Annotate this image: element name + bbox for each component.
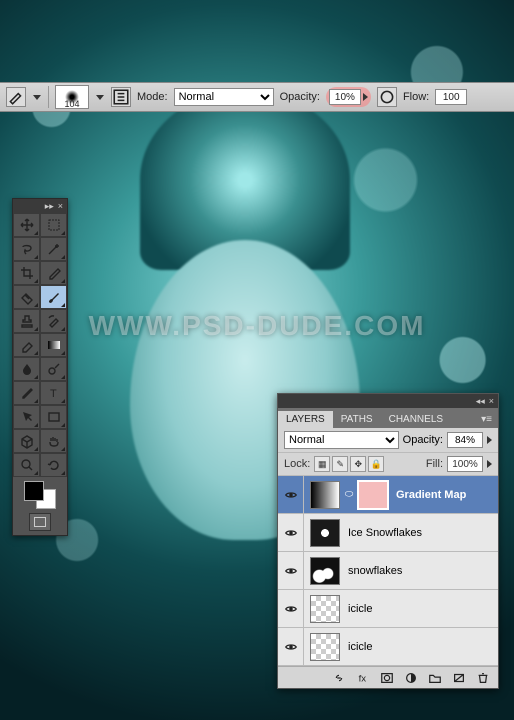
mode-label: Mode:	[137, 91, 168, 103]
brush-size-label: 104	[64, 99, 79, 109]
close-icon[interactable]: ×	[58, 201, 63, 211]
tool-gradient[interactable]	[40, 333, 67, 357]
panel-titlebar[interactable]: ◂◂ ×	[278, 394, 498, 408]
panel-tabs: LAYERSPATHSCHANNELS ▾≡	[278, 408, 498, 428]
brush-panel-toggle[interactable]	[111, 87, 131, 107]
close-icon[interactable]: ×	[489, 396, 494, 406]
adjustment-layer-button[interactable]	[402, 670, 420, 686]
layer-list: ⬭ Gradient Map Ice Snowflakes snowflakes ici…	[278, 476, 498, 666]
lock-label: Lock:	[284, 458, 310, 470]
lock-pixels-button[interactable]: ✎	[332, 456, 348, 472]
tool-blur[interactable]	[13, 357, 40, 381]
delete-layer-button[interactable]	[474, 670, 492, 686]
tool-crop[interactable]	[13, 261, 40, 285]
tool-marquee[interactable]	[40, 213, 67, 237]
layer-name[interactable]: Gradient Map	[394, 489, 498, 501]
tool-history-brush[interactable]	[40, 309, 67, 333]
flow-label: Flow:	[403, 91, 429, 103]
tool-preset-dropdown[interactable]	[32, 95, 42, 100]
opacity-input[interactable]: 10%	[329, 89, 361, 105]
layer-thumb[interactable]	[310, 595, 340, 623]
tool-lasso[interactable]	[13, 237, 40, 261]
layer-thumb[interactable]	[310, 633, 340, 661]
lock-all-button[interactable]: 🔒	[368, 456, 384, 472]
tool-rotate-view[interactable]	[40, 453, 67, 477]
visibility-toggle[interactable]	[278, 590, 304, 627]
tab-layers[interactable]: LAYERS	[278, 411, 333, 428]
layer-mask-thumb[interactable]	[358, 481, 388, 509]
quick-mask-toggle[interactable]	[29, 513, 51, 531]
collapse-icon[interactable]: ◂◂	[476, 396, 485, 407]
tool-zoom[interactable]	[13, 453, 40, 477]
opacity-label: Opacity:	[280, 91, 320, 103]
tools-panel-header[interactable]: ▸▸ ×	[13, 199, 67, 213]
layer-opacity-flyout[interactable]	[487, 436, 492, 444]
layers-panel: ◂◂ × LAYERSPATHSCHANNELS ▾≡ Normal Opacit…	[277, 393, 499, 689]
link-layers-button[interactable]	[330, 670, 348, 686]
color-swatches[interactable]	[24, 481, 56, 509]
tool-eraser[interactable]	[13, 333, 40, 357]
fill-input[interactable]: 100%	[447, 456, 483, 472]
tool-type[interactable]: T	[40, 381, 67, 405]
tool-3d[interactable]	[13, 429, 40, 453]
layer-thumb[interactable]	[310, 481, 340, 509]
layer-opacity-input[interactable]: 84%	[447, 432, 483, 448]
options-bar: 104 Mode: Normal Opacity: 10% Flow: 100	[0, 82, 514, 112]
tab-channels[interactable]: CHANNELS	[381, 411, 451, 428]
foreground-color-swatch[interactable]	[24, 481, 44, 501]
lock-position-button[interactable]: ✥	[350, 456, 366, 472]
tool-dodge[interactable]	[40, 357, 67, 381]
brush-preset-dropdown[interactable]	[95, 95, 105, 100]
panel-menu-icon[interactable]: ▾≡	[475, 411, 498, 428]
tab-paths[interactable]: PATHS	[333, 411, 381, 428]
layer-name[interactable]: Ice Snowflakes	[346, 527, 498, 539]
opacity-slider-flyout[interactable]	[363, 93, 368, 101]
new-layer-button[interactable]	[450, 670, 468, 686]
blend-mode-select[interactable]: Normal	[174, 88, 274, 106]
svg-text:T: T	[50, 388, 57, 400]
tool-path-select[interactable]	[13, 405, 40, 429]
layer-row[interactable]: snowflakes	[278, 552, 498, 590]
pressure-opacity-toggle[interactable]	[377, 87, 397, 107]
brush-preset-preview[interactable]: 104	[55, 85, 89, 109]
tool-wand[interactable]	[40, 237, 67, 261]
lock-transparency-button[interactable]: ▦	[314, 456, 330, 472]
collapse-icon[interactable]: ▸▸	[45, 201, 54, 212]
svg-text:fx: fx	[359, 673, 367, 684]
layer-row[interactable]: ⬭ Gradient Map	[278, 476, 498, 514]
layer-name[interactable]: icicle	[346, 641, 498, 653]
tool-move[interactable]	[13, 213, 40, 237]
layer-row[interactable]: icicle	[278, 628, 498, 666]
add-mask-button[interactable]	[378, 670, 396, 686]
tool-preset-picker[interactable]	[6, 87, 26, 107]
fill-label: Fill:	[426, 458, 443, 470]
layer-row[interactable]: Ice Snowflakes	[278, 514, 498, 552]
opacity-highlight: 10%	[326, 87, 371, 107]
layer-name[interactable]: snowflakes	[346, 565, 498, 577]
flow-input[interactable]: 100	[435, 89, 467, 105]
layer-opacity-label: Opacity:	[403, 434, 443, 446]
visibility-toggle[interactable]	[278, 628, 304, 665]
layer-blend-mode-select[interactable]: Normal	[284, 431, 399, 449]
visibility-toggle[interactable]	[278, 476, 304, 513]
fill-flyout[interactable]	[487, 460, 492, 468]
group-button[interactable]	[426, 670, 444, 686]
tool-hand[interactable]	[40, 429, 67, 453]
layer-name[interactable]: icicle	[346, 603, 498, 615]
tool-shape[interactable]	[40, 405, 67, 429]
tool-brush[interactable]	[40, 285, 67, 309]
link-icon[interactable]: ⬭	[344, 489, 354, 500]
layer-thumb[interactable]	[310, 519, 340, 547]
tool-pen[interactable]	[13, 381, 40, 405]
tool-eyedropper[interactable]	[40, 261, 67, 285]
tool-healing[interactable]	[13, 285, 40, 309]
visibility-toggle[interactable]	[278, 552, 304, 589]
tools-panel: ▸▸ × T	[12, 198, 68, 536]
layer-thumb[interactable]	[310, 557, 340, 585]
layer-style-button[interactable]: fx	[354, 670, 372, 686]
visibility-toggle[interactable]	[278, 514, 304, 551]
layer-row[interactable]: icicle	[278, 590, 498, 628]
tool-stamp[interactable]	[13, 309, 40, 333]
layers-panel-footer: fx	[278, 666, 498, 688]
